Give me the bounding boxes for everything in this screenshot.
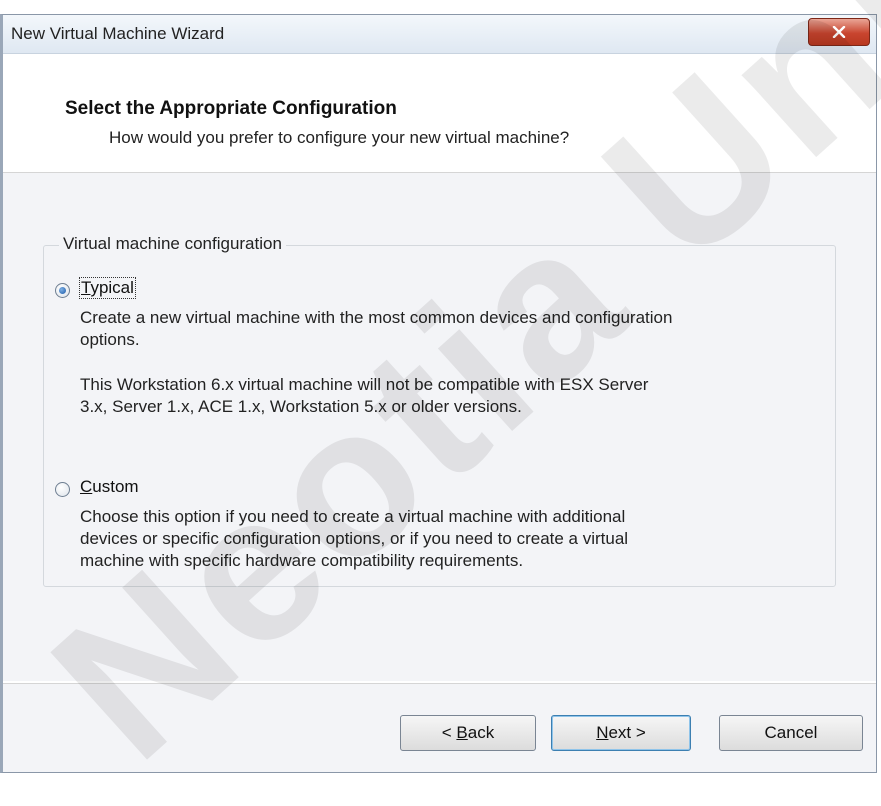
wizard-body: Virtual machine configuration Typical Cr…	[3, 173, 876, 681]
custom-option-label[interactable]: Custom	[80, 477, 139, 497]
next-button[interactable]: Next >	[551, 715, 691, 751]
next-button-mnemonic: N	[596, 723, 609, 742]
typical-note-line-2: 3.x, Server 1.x, ACE 1.x, Workstation 5.…	[80, 397, 522, 416]
wizard-window: New Virtual Machine Wizard Select the Ap…	[0, 14, 877, 773]
close-icon	[832, 26, 846, 38]
typical-note-line-1: This Workstation 6.x virtual machine wil…	[80, 375, 649, 394]
typical-description-line-1: Create a new virtual machine with the mo…	[80, 308, 673, 327]
page-title: Select the Appropriate Configuration	[65, 98, 397, 119]
groupbox-legend: Virtual machine configuration	[59, 234, 286, 254]
back-button[interactable]: < Back	[400, 715, 536, 751]
back-button-mnemonic: B	[456, 723, 468, 742]
wizard-header: Select the Appropriate Configuration How…	[3, 54, 876, 173]
page-subtitle: How would you prefer to configure your n…	[109, 128, 570, 147]
custom-description-line-3: machine with specific hardware compatibi…	[80, 551, 524, 570]
title-bar[interactable]: New Virtual Machine Wizard	[3, 15, 876, 54]
radio-checked-icon[interactable]	[55, 283, 70, 298]
custom-description-line-2: devices or specific configuration option…	[80, 529, 629, 548]
close-button[interactable]	[808, 18, 870, 46]
typical-description-line-2: options.	[80, 330, 140, 349]
custom-description-line-1: Choose this option if you need to create…	[80, 507, 626, 526]
radio-unchecked-icon[interactable]	[55, 482, 70, 497]
back-button-prefix: <	[441, 723, 452, 742]
typical-option-label[interactable]: Typical	[79, 277, 136, 299]
back-button-rest: ack	[467, 723, 495, 742]
window-title: New Virtual Machine Wizard	[11, 24, 225, 43]
custom-label-text: Custom	[80, 477, 139, 496]
cancel-button[interactable]: Cancel	[719, 715, 863, 751]
next-button-rest: ext >	[608, 723, 646, 742]
typical-description: Create a new virtual machine with the mo…	[80, 307, 672, 351]
wizard-footer: < Back Next > Cancel	[3, 683, 876, 772]
custom-description: Choose this option if you need to create…	[80, 506, 628, 572]
typical-compatibility-note: This Workstation 6.x virtual machine wil…	[80, 374, 648, 418]
